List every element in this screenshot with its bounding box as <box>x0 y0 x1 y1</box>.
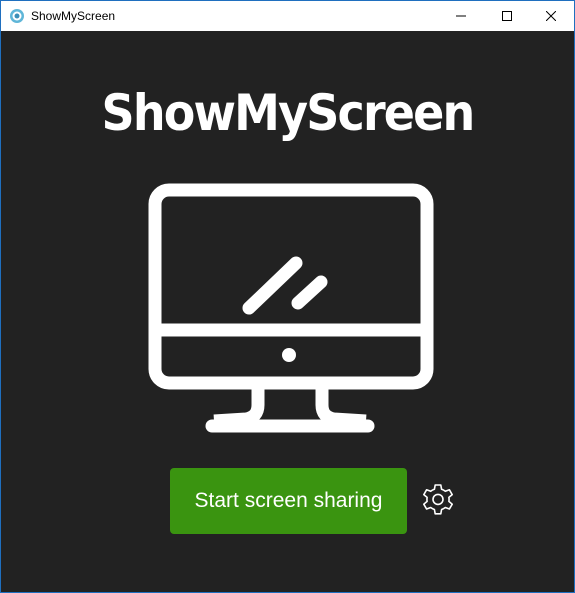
maximize-icon <box>502 11 512 21</box>
minimize-icon <box>456 15 466 17</box>
main-content: ShowMyScreen Start screen sharing <box>1 31 574 592</box>
maximize-button[interactable] <box>484 1 530 31</box>
title-bar[interactable]: ShowMyScreen <box>1 1 574 31</box>
gear-icon[interactable] <box>420 482 456 518</box>
window-title: ShowMyScreen <box>31 9 116 23</box>
app-icon <box>10 9 24 23</box>
start-button-label: Start screen sharing <box>194 489 383 512</box>
minimize-button[interactable] <box>438 1 484 31</box>
app-heading: ShowMyScreen <box>101 84 476 142</box>
close-icon <box>546 11 556 21</box>
app-window: ShowMyScreen ShowMyScreen Start screen s… <box>0 0 575 593</box>
monitor-icon <box>148 183 434 433</box>
close-button[interactable] <box>528 1 574 31</box>
start-screen-sharing-button[interactable]: Start screen sharing <box>170 468 407 534</box>
